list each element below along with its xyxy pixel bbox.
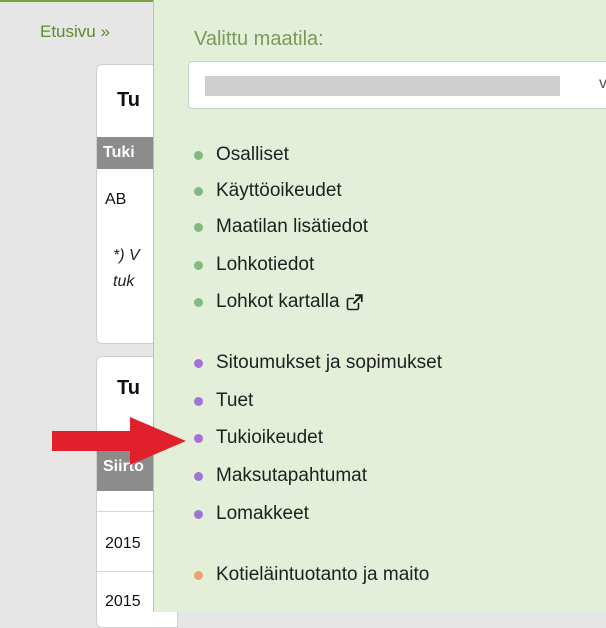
menu-item-kotielaintuotanto[interactable]: Kotieläintuotanto ja maito	[194, 564, 429, 586]
menu-item-label: Lohkot kartalla	[216, 291, 340, 312]
menu-item-osalliset[interactable]: Osalliset	[194, 144, 289, 166]
menu-item-maksutapahtumat[interactable]: Maksutapahtumat	[194, 465, 367, 487]
breadcrumb-home-link[interactable]: Etusivu »	[40, 22, 110, 42]
chevron-down-icon[interactable]: v	[599, 75, 606, 93]
card-title: Tu	[117, 89, 140, 111]
bullet-icon	[194, 260, 203, 270]
bullet-icon	[194, 471, 203, 481]
menu-item-lohkot-kartalla[interactable]: Lohkot kartalla	[194, 291, 363, 313]
bullet-icon	[194, 509, 203, 519]
external-link-icon	[346, 293, 363, 311]
footnote-line: *) V	[113, 247, 140, 264]
menu-item-label: Kotieläintuotanto ja maito	[216, 564, 430, 585]
menu-item-maatilan-lisatiedot[interactable]: Maatilan lisätiedot	[194, 216, 368, 238]
footnote: *) V tuk	[113, 243, 140, 295]
farm-dropdown-panel: Valittu maatila: v Osalliset Käyttöoikeu…	[153, 0, 606, 612]
menu-item-label: Lomakkeet	[216, 503, 309, 524]
table-cell: 2015	[105, 593, 141, 610]
table-cell: AB	[105, 191, 127, 208]
table-cell: 2015	[105, 535, 141, 552]
selected-farm-label: Valittu maatila:	[194, 28, 324, 50]
menu-item-sitoumukset[interactable]: Sitoumukset ja sopimukset	[194, 352, 442, 374]
menu-item-lomakkeet[interactable]: Lomakkeet	[194, 503, 309, 525]
bullet-icon	[194, 396, 203, 406]
bullet-icon	[194, 570, 203, 580]
bullet-icon	[194, 222, 203, 232]
bullet-icon	[194, 358, 203, 368]
menu-item-label: Käyttöoikeudet	[216, 180, 342, 201]
footnote-line: tuk	[113, 273, 135, 290]
menu-item-label: Maatilan lisätiedot	[216, 216, 369, 237]
menu-item-label: Osalliset	[216, 144, 289, 165]
menu-item-label: Tukioikeudet	[216, 427, 324, 448]
bullet-icon	[194, 297, 203, 307]
bullet-icon	[194, 186, 203, 196]
farm-select[interactable]: v	[188, 61, 606, 109]
menu-item-kayttooikeudet[interactable]: Käyttöoikeudet	[194, 180, 342, 202]
redacted-farm-name	[205, 76, 560, 96]
menu-item-tuet[interactable]: Tuet	[194, 390, 253, 412]
menu-item-label: Tuet	[216, 390, 254, 411]
red-arrow-icon	[52, 417, 187, 470]
menu-item-label: Maksutapahtumat	[216, 465, 368, 486]
card-title: Tu	[117, 377, 140, 399]
bullet-icon	[194, 150, 203, 160]
menu-item-tukioikeudet[interactable]: Tukioikeudet	[194, 427, 323, 449]
menu-item-lohkotiedot[interactable]: Lohkotiedot	[194, 254, 314, 276]
bullet-icon	[194, 433, 203, 443]
menu-item-label: Sitoumukset ja sopimukset	[216, 352, 442, 373]
menu-item-label: Lohkotiedot	[216, 254, 315, 275]
